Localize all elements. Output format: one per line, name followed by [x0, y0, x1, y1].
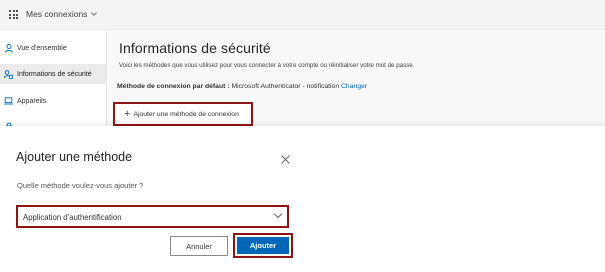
sidebar: Vue d'ensemble Informations de sécurité …	[0, 30, 107, 130]
dialog-title: Ajouter une méthode	[16, 150, 133, 164]
add-method-dialog: Ajouter une méthode Quelle méthode voule…	[0, 126, 605, 272]
add-method-button[interactable]: + Ajouter une méthode de connexion	[113, 102, 253, 126]
app-title-menu[interactable]: Mes connexions	[26, 9, 98, 19]
chevron-down-icon	[273, 209, 283, 219]
sidebar-item-label: Appareils	[17, 97, 47, 105]
change-default-link[interactable]: Changer	[341, 83, 367, 90]
security-info-icon	[4, 69, 13, 79]
sidebar-item-label: Informations de sécurité	[17, 70, 92, 78]
add-button[interactable]: Ajouter	[237, 237, 289, 254]
method-select-value: Application d'authentification	[23, 213, 122, 222]
main-content: Informations de sécurité Voici les métho…	[108, 30, 605, 130]
default-method-line: Méthode de connexion par défaut : Micros…	[117, 83, 367, 90]
close-icon[interactable]	[280, 152, 291, 164]
sidebar-item-devices[interactable]: Appareils	[0, 91, 106, 111]
add-method-label: Ajouter une méthode de connexion	[133, 110, 239, 118]
sidebar-item-security-info[interactable]: Informations de sécurité	[0, 64, 106, 84]
chevron-down-icon	[91, 9, 98, 16]
dialog-question: Quelle méthode voulez-vous ajouter ?	[17, 181, 144, 190]
plus-icon: +	[124, 107, 131, 120]
method-select[interactable]: Application d'authentification	[16, 205, 289, 228]
person-icon	[4, 43, 13, 53]
top-bar: Mes connexions	[0, 0, 605, 30]
cancel-button[interactable]: Annuler	[170, 236, 228, 256]
laptop-icon	[4, 97, 13, 106]
add-button-highlight: Ajouter	[233, 233, 293, 258]
default-method-value: Microsoft Authenticator - notification	[231, 83, 340, 90]
sidebar-item-label: Vue d'ensemble	[17, 44, 67, 52]
default-method-label: Méthode de connexion par défaut :	[117, 83, 230, 90]
sidebar-item-overview[interactable]: Vue d'ensemble	[0, 38, 106, 58]
page-description: Voici les méthodes que vous utilisez pou…	[119, 62, 415, 69]
app-title: Mes connexions	[26, 9, 88, 19]
waffle-icon[interactable]	[9, 10, 18, 19]
page-title: Informations de sécurité	[119, 40, 271, 56]
